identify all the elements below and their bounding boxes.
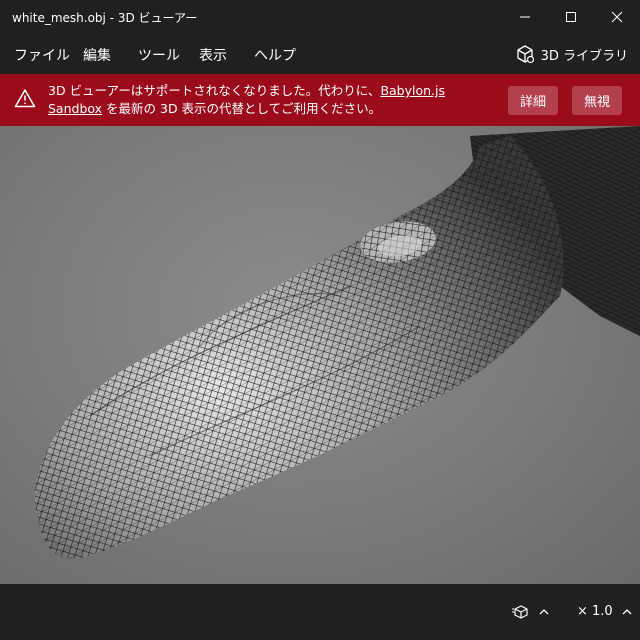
zoom-control[interactable]: × 1.0 (577, 604, 633, 619)
window-title: white_mesh.obj - 3D ビューアー (12, 11, 198, 25)
dismiss-button[interactable]: 無視 (572, 86, 622, 115)
banner-message: 3D ビューアーはサポートされなくなりました。代わりに、Babylon.js S… (48, 82, 500, 118)
title-bar: white_mesh.obj - 3D ビューアー (0, 0, 640, 34)
deprecation-banner: 3D ビューアーはサポートされなくなりました。代わりに、Babylon.js S… (0, 74, 640, 126)
zoom-level: × 1.0 (577, 604, 613, 619)
menu-file[interactable]: ファイル (14, 45, 70, 65)
banner-text-after: を最新の 3D 表示の代替としてご利用ください。 (102, 101, 382, 116)
details-button[interactable]: 詳細 (508, 86, 558, 115)
maximize-button[interactable] (548, 0, 594, 34)
warning-icon (14, 89, 36, 108)
view-cube-icon (512, 605, 528, 619)
mesh-model[interactable] (0, 126, 640, 584)
menu-bar: ファイル 編集 ツール 表示 ヘルプ 3D ライブラリ (0, 34, 640, 74)
maximize-icon (566, 12, 576, 22)
3d-viewport[interactable] (0, 126, 640, 584)
close-button[interactable] (594, 0, 640, 34)
3d-library-button[interactable]: 3D ライブラリ (515, 42, 628, 66)
chevron-up-icon (622, 608, 632, 614)
minimize-icon (520, 16, 530, 18)
menu-view[interactable]: 表示 (199, 45, 227, 65)
cube-icon (516, 45, 534, 64)
minimize-button[interactable] (502, 0, 548, 34)
status-bar: × 1.0 (0, 584, 640, 640)
close-icon (611, 11, 623, 23)
menu-tools[interactable]: ツール (138, 45, 180, 65)
menu-help[interactable]: ヘルプ (254, 45, 296, 65)
banner-text-before: 3D ビューアーはサポートされなくなりました。代わりに、 (48, 83, 381, 98)
view-cube-toggle[interactable] (512, 604, 550, 620)
chevron-up-icon (539, 609, 549, 615)
3d-library-label: 3D ライブラリ (540, 48, 628, 64)
menu-edit[interactable]: 編集 (83, 45, 111, 65)
